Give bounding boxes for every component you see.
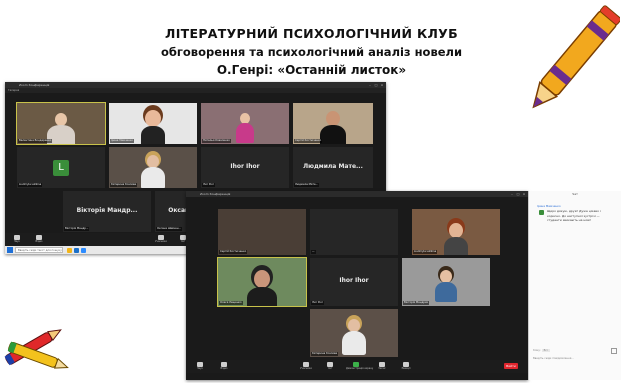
window-title: Zoom Конференція	[200, 192, 231, 196]
participant-tile[interactable]: L Liudmyla Latkina	[17, 147, 105, 188]
maximize-button[interactable]: □	[374, 83, 378, 87]
maximize-button[interactable]: □	[516, 192, 520, 196]
taskbar-app-icon[interactable]	[74, 247, 79, 253]
leave-meeting-button[interactable]: Вийти	[504, 363, 518, 369]
chat-recipient-select[interactable]: Всі	[541, 349, 550, 352]
participant-name: Катерина Козлова	[110, 183, 138, 187]
view-bar: Галерея	[5, 88, 386, 93]
participants-button[interactable]: Учасники	[151, 235, 171, 244]
participant-name: Людмила Мате...	[294, 183, 320, 187]
record-button[interactable]: Запис	[372, 362, 392, 371]
window-titlebar: Zoom Конференція – □ ×	[186, 191, 528, 197]
participant-name: Liudmyla Latkina	[413, 250, 438, 254]
close-button[interactable]: ×	[380, 83, 384, 87]
taskbar-search[interactable]: Введіть сюди текст для пошуку	[15, 247, 63, 253]
participant-tile[interactable]: Сергій Костюченко	[293, 103, 373, 144]
crayon-icon	[532, 5, 620, 109]
participant-tile[interactable]: Ihor Ihor Ihor Ihor	[310, 258, 398, 306]
participant-name: Валентина Бондаренко	[18, 139, 53, 143]
minimize-button[interactable]: –	[368, 83, 372, 87]
participant-tile[interactable]: Людмила Мате... Людмила Мате...	[293, 147, 373, 188]
participant-avatar: L	[53, 159, 69, 176]
participant-name: Сергій Костюченко	[219, 250, 248, 254]
participant-tile[interactable]: —	[310, 209, 398, 255]
participant-name: Ірина Мамченко	[110, 139, 134, 143]
participant-tile[interactable]: Ihor Ihor Ihor Ihor	[201, 147, 289, 188]
participant-tile[interactable]: Вікторія Мандрик	[402, 258, 490, 306]
participant-name: Олеся Лещенко	[219, 301, 243, 305]
participant-label: Ihor Ihor	[230, 163, 260, 171]
zoom-window-gallery-2: Zoom Конференція – □ × Сергій Костюченко…	[186, 191, 528, 380]
chat-message: Щиро дякую, друзі! Дуже цікаво і корисно…	[547, 209, 601, 222]
participant-label: Ihor Ihor	[339, 277, 369, 285]
chat-sender: Ірина Мамченко	[537, 204, 561, 208]
participant-name: —	[311, 250, 316, 254]
participant-label: Людмила Мате...	[303, 163, 363, 171]
chat-panel: Чат Ірина Мамченко Щиро дякую, друзі! Ду…	[528, 191, 621, 380]
participants-button[interactable]: Учасники	[296, 362, 316, 371]
meeting-controls: Звук Відео Учасники Чат Демонстрація екр…	[186, 360, 528, 373]
video-button[interactable]: Відео	[214, 362, 234, 371]
share-screen-button[interactable]: Демонстрація екрану	[346, 362, 373, 371]
participant-tile[interactable]: Катерина Козлова	[310, 309, 398, 357]
participant-tile[interactable]: Liudmyla Latkina	[412, 209, 500, 255]
participant-tile[interactable]: Олеся Лещенко	[217, 257, 307, 307]
taskbar-app-icon[interactable]	[81, 247, 86, 253]
participant-name: Liudmyla Latkina	[18, 183, 43, 187]
chat-input-field[interactable]: Введіть сюди повідомлення...	[533, 357, 574, 360]
participant-name: Ihor Ihor	[311, 301, 324, 305]
chat-recipient-label: Кому: Всі	[533, 349, 550, 352]
close-button[interactable]: ×	[522, 192, 526, 196]
participant-tile[interactable]: Ірина Мамченко	[109, 103, 197, 144]
windows-start-icon[interactable]	[7, 247, 13, 253]
participant-name: Наталья Коваленко	[202, 139, 231, 143]
crayons-icon	[4, 329, 69, 369]
minimize-button[interactable]: –	[510, 192, 514, 196]
participant-name: Катерина Козлова	[311, 352, 339, 356]
chat-sender-avatar	[539, 210, 544, 215]
participant-tile[interactable]: Сергій Костюченко	[218, 209, 306, 255]
mute-button[interactable]: Звук	[7, 235, 27, 244]
participant-tile[interactable]: Валентина Бондаренко	[16, 102, 106, 145]
participant-name: Сергій Костюченко	[294, 139, 323, 143]
participant-name: Оксана Шевчен...	[156, 227, 182, 231]
participant-name: Вікторія Мандр...	[64, 227, 90, 231]
participant-label: Вікторія Мандр...	[76, 207, 138, 215]
video-button[interactable]: Відео	[29, 235, 49, 244]
gallery-view-label[interactable]: Галерея	[8, 88, 19, 93]
chat-title: Чат	[572, 192, 578, 196]
participant-tile[interactable]: Вікторія Мандр... Вікторія Мандр...	[63, 191, 151, 232]
participant-tile[interactable]: Катерина Козлова	[109, 147, 197, 188]
mute-button[interactable]: Звук	[190, 362, 210, 371]
chat-options-icon[interactable]	[611, 348, 617, 354]
taskbar-app-icon[interactable]	[67, 247, 72, 253]
reactions-button[interactable]: Реакції	[396, 362, 416, 371]
participant-tile[interactable]: Наталья Коваленко	[201, 103, 289, 144]
participant-name: Вікторія Мандрик	[403, 301, 430, 305]
participant-name: Ihor Ihor	[202, 183, 215, 187]
chat-button[interactable]: Чат	[320, 362, 340, 371]
